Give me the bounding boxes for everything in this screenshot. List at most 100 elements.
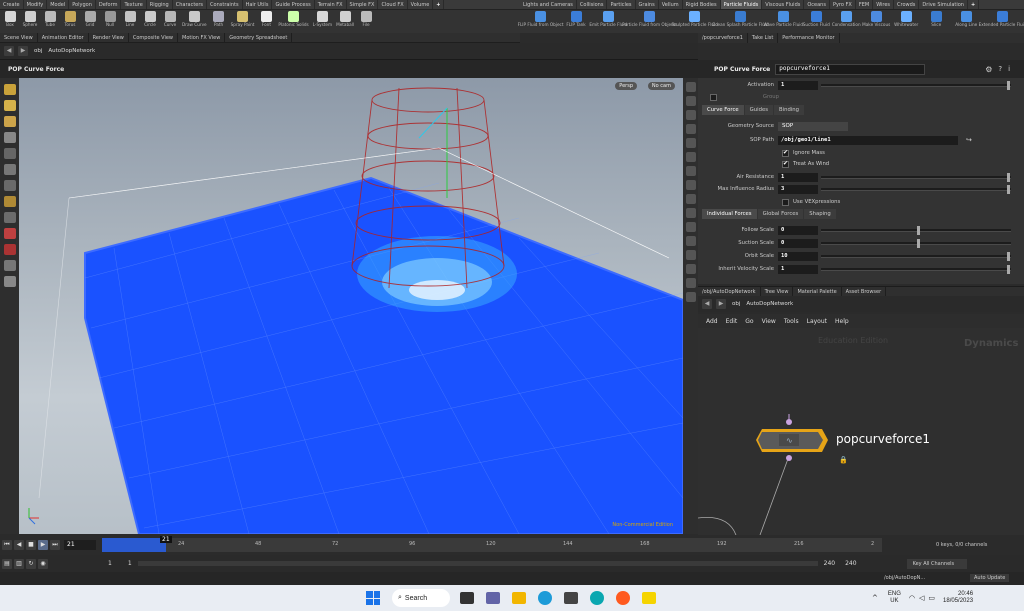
shelf-tool[interactable]: Condensation bbox=[831, 10, 861, 27]
points-icon[interactable] bbox=[685, 138, 696, 148]
shelf-tool[interactable]: Font bbox=[256, 10, 276, 27]
persp-menu[interactable]: Persp bbox=[615, 82, 637, 90]
snap-icon[interactable] bbox=[3, 196, 16, 207]
timeline-ruler[interactable]: 21 24 48 72 96 120 144 168 192 216 2 bbox=[102, 536, 882, 552]
pane-tab[interactable]: Composite View bbox=[129, 33, 178, 42]
task-view-icon[interactable] bbox=[460, 592, 474, 604]
ignore-mass-checkbox[interactable] bbox=[782, 149, 789, 157]
shelf-tool[interactable]: FLIP Tank bbox=[561, 10, 591, 27]
pane-tab[interactable]: /popcurveforce1 bbox=[698, 33, 748, 43]
shelf-tool[interactable]: Draw Curve bbox=[180, 10, 209, 27]
shelf-tab[interactable]: Collisions bbox=[577, 0, 608, 9]
shelf-tab[interactable]: Hair Utils bbox=[243, 0, 273, 9]
shelf-tool[interactable]: Particle Fluid from Objects bbox=[622, 10, 677, 27]
shelf-tool[interactable]: Path bbox=[209, 10, 229, 27]
select-tool-icon[interactable] bbox=[3, 84, 16, 95]
jump-start-icon[interactable]: ⏮ bbox=[2, 540, 12, 550]
network-menu-item[interactable]: View bbox=[762, 318, 776, 325]
shelf-tool[interactable]: Sculpted Particle Fluid bbox=[671, 10, 718, 27]
range-icon-a[interactable]: ▤ bbox=[2, 558, 12, 569]
network-editor[interactable]: Education Edition Dynamics ∿ 🔒 popcurvef… bbox=[698, 328, 1024, 535]
shelf-tab[interactable]: Create bbox=[0, 0, 24, 9]
render-icon[interactable] bbox=[685, 292, 696, 302]
magnet-icon[interactable] bbox=[3, 180, 16, 191]
current-frame-field[interactable]: 21 bbox=[64, 540, 96, 550]
normals-icon[interactable] bbox=[685, 152, 696, 162]
info-icon[interactable]: i bbox=[1008, 65, 1010, 73]
shelf-tool[interactable]: Metaball bbox=[334, 10, 356, 27]
shelf-tool[interactable]: Curve bbox=[160, 10, 180, 27]
shelf-tool[interactable]: FLIP Fluid from Object bbox=[518, 10, 564, 27]
wifi-icon[interactable]: ◠ bbox=[909, 594, 915, 602]
play-icon[interactable]: ▶ bbox=[38, 540, 48, 550]
net-path-obj[interactable]: obj bbox=[732, 301, 740, 307]
help-icon[interactable]: ? bbox=[998, 65, 1002, 73]
transform-tool-icon[interactable] bbox=[3, 100, 16, 111]
shelf-tab[interactable]: + bbox=[968, 0, 980, 9]
shelf-tool[interactable]: Wave Particle Fluid bbox=[763, 10, 803, 27]
pane-tab[interactable]: Motion FX View bbox=[178, 33, 226, 42]
key-all-button[interactable]: Key All Channels bbox=[906, 558, 967, 569]
realtime-icon[interactable]: ◉ bbox=[38, 558, 48, 569]
shelf-tab[interactable]: Simple FX bbox=[347, 0, 379, 9]
network-tab[interactable]: Asset Browser bbox=[842, 287, 887, 296]
edge-icon[interactable] bbox=[538, 591, 552, 605]
pane-tab[interactable]: Scene View bbox=[0, 33, 38, 42]
network-menu-item[interactable]: Go bbox=[745, 318, 753, 325]
ghost-icon[interactable] bbox=[685, 96, 696, 106]
shelf-tab[interactable]: Viscous Fluids bbox=[762, 0, 805, 9]
range-slider[interactable] bbox=[137, 561, 818, 566]
shelf-tool[interactable]: Suction Fluid bbox=[801, 10, 831, 27]
shelf-tab[interactable]: Particle Fluids bbox=[720, 0, 763, 9]
air-resistance-slider[interactable] bbox=[821, 172, 1011, 182]
shelf-tool[interactable]: Tube bbox=[40, 10, 60, 27]
orbit-scale-field[interactable]: 10 bbox=[778, 251, 818, 261]
shelf-tab[interactable]: Particles bbox=[607, 0, 636, 9]
suction-scale-slider[interactable] bbox=[821, 238, 1011, 248]
shelf-tab[interactable]: Guide Process bbox=[272, 0, 315, 9]
net-forward-icon[interactable]: ▶ bbox=[716, 299, 726, 309]
shelf-tool[interactable]: File bbox=[356, 10, 376, 27]
pane-tab[interactable]: Geometry Spreadsheet bbox=[225, 33, 293, 42]
network-menu-item[interactable]: Help bbox=[835, 318, 849, 325]
range-end-a[interactable]: 240 bbox=[824, 560, 835, 567]
status-path[interactable]: /obj/AutoDopN... bbox=[884, 575, 925, 581]
forward-arrow-icon[interactable]: ▶ bbox=[18, 46, 28, 56]
force-subtab[interactable]: Shaping bbox=[804, 209, 836, 219]
shelf-tab[interactable]: Rigid Bodies bbox=[683, 0, 721, 9]
shelf-tool[interactable]: Make Viscous bbox=[861, 10, 891, 27]
group-checkbox[interactable] bbox=[710, 93, 717, 101]
store-icon[interactable] bbox=[564, 592, 578, 604]
param-tab[interactable]: Guides bbox=[744, 105, 773, 115]
shelf-tab[interactable]: Constraints bbox=[207, 0, 243, 9]
orbit-scale-slider[interactable] bbox=[821, 251, 1011, 261]
pane-tab[interactable]: Animation Editor bbox=[38, 33, 89, 42]
taskbar-search[interactable]: ⌕ Search bbox=[392, 589, 450, 607]
node-name-field[interactable]: popcurveforce1 bbox=[775, 63, 926, 75]
shelf-tool[interactable]: Null bbox=[100, 10, 120, 27]
network-tab[interactable]: Tree View bbox=[761, 287, 794, 296]
max-influence-slider[interactable] bbox=[821, 184, 1011, 194]
battery-icon[interactable]: ▭ bbox=[928, 594, 935, 602]
network-menu-item[interactable]: Layout bbox=[807, 318, 827, 325]
shelf-tool[interactable]: Box bbox=[0, 10, 20, 27]
lock-icon[interactable] bbox=[3, 148, 16, 159]
shelf-tab[interactable]: Vellum bbox=[659, 0, 683, 9]
treat-as-wind-checkbox[interactable] bbox=[782, 160, 789, 168]
shelf-tool[interactable]: Circle bbox=[140, 10, 160, 27]
filter-icon[interactable] bbox=[685, 222, 696, 232]
gear-icon[interactable]: ⚙ bbox=[985, 65, 992, 74]
scene-viewport[interactable]: Persp No cam Non-Commercial Edition bbox=[19, 78, 683, 534]
sop-path-field[interactable]: /obj/geo1/line1 bbox=[778, 135, 958, 145]
wireframe-icon[interactable] bbox=[685, 166, 696, 176]
grid-icon[interactable] bbox=[685, 180, 696, 190]
shelf-tab[interactable]: Grains bbox=[636, 0, 659, 9]
tray-chevron-icon[interactable]: ^ bbox=[872, 594, 878, 602]
path-segment-obj[interactable]: obj bbox=[34, 48, 42, 54]
shelf-tool[interactable]: Whitewater bbox=[891, 10, 921, 27]
step-back-icon[interactable]: ◀ bbox=[14, 540, 24, 550]
app-w-icon[interactable] bbox=[590, 591, 604, 605]
air-resistance-field[interactable]: 1 bbox=[778, 172, 818, 182]
windows-start-icon[interactable] bbox=[366, 591, 380, 605]
node-label[interactable]: popcurveforce1 bbox=[836, 432, 930, 446]
